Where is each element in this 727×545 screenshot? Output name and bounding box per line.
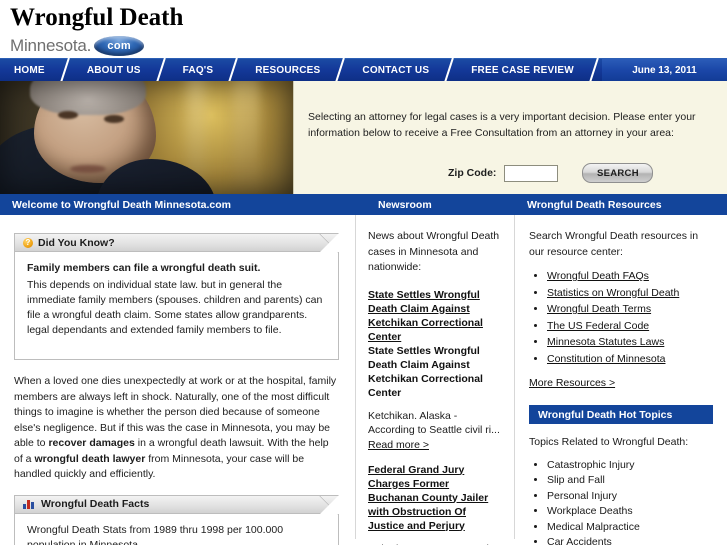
zip-code-input[interactable] [504,164,559,182]
resource-link-constitution[interactable]: Constitution of Minnesota [547,353,665,365]
resources-column: Search Wrongful Death resources in our r… [515,215,727,545]
hot-topics-intro: Topics Related to Wrongful Death: [529,436,689,448]
resource-link-list: Wrongful Death FAQs Statistics on Wrongf… [533,269,713,367]
paragraph-bold-wrongful-death-lawyer: wrongful death lawyer [34,452,146,465]
list-item: Wrongful Death Terms [547,302,713,318]
search-button[interactable]: SEARCH [582,163,654,183]
consultation-text: Selecting an attorney for legal cases is… [308,111,696,139]
resource-link-faqs[interactable]: Wrongful Death FAQs [547,270,649,282]
bar-chart-icon [23,499,35,509]
hero-photo [0,81,293,194]
content-columns: ? Did You Know? Family members can file … [0,215,727,545]
did-you-know-panel: ? Did You Know? Family members can file … [14,233,339,360]
news-item: Federal Grand Jury Charges Former Buchan… [368,463,500,545]
zip-search-form: Zip Code: SEARCH [308,163,707,183]
resource-link-terms[interactable]: Wrongful Death Terms [547,303,651,315]
intro-paragraph: When a loved one dies unexpectedly at wo… [14,374,339,483]
site-logo-sub: Minnesota. com [10,36,727,56]
site-title: Wrongful Death [10,4,184,31]
folded-corner-icon [319,233,339,253]
main-navigation: HOME ABOUT US FAQ'S RESOURCES CONTACT US… [0,58,727,81]
nav-item-contact-us[interactable]: CONTACT US [348,59,443,81]
list-item: Minnesota Statutes Laws [547,335,713,351]
page-root: Wrongful Death Minnesota. com HOME ABOUT… [0,0,727,545]
column-header-resources: Wrongful Death Resources [527,198,662,211]
question-mark-icon: ? [23,237,33,248]
nav-separator-icon [59,59,73,81]
nav-item-resources[interactable]: RESOURCES [241,59,334,81]
did-you-know-body: Family members can file a wrongful death… [15,252,338,359]
photo-vignette [0,81,293,194]
hot-topics-header: Wrongful Death Hot Topics [529,405,713,424]
nav-separator-icon [334,59,348,81]
news-summary: Ketchikan. Alaska - According to Seattle… [368,409,500,437]
hot-topic-car-accidents[interactable]: Car Accidents [547,535,713,545]
nav-item-about-us[interactable]: ABOUT US [73,59,155,81]
hot-topic-personal-injury[interactable]: Personal Injury [547,489,713,505]
consultation-panel: Selecting an attorney for legal cases is… [293,81,727,194]
news-headline-link[interactable]: State Settles Wrongful Death Claim Again… [368,288,500,344]
resource-link-federal-code[interactable]: The US Federal Code [547,320,649,332]
resources-intro: Search Wrongful Death resources in our r… [529,230,699,258]
resource-link-statistics[interactable]: Statistics on Wrongful Death [547,287,679,299]
news-summary: United States Attorney John L. Brownlee … [368,542,500,545]
did-you-know-text: This depends on individual state law. bu… [27,279,323,336]
resource-link-statutes[interactable]: Minnesota Statutes Laws [547,336,664,348]
column-header-bar: Welcome to Wrongful Death Minnesota.com … [0,194,727,215]
masthead: Wrongful Death Minnesota. com [0,0,727,58]
hot-topic-medical-malpractice[interactable]: Medical Malpractice [547,520,713,536]
nav-item-free-case-review[interactable]: FREE CASE REVIEW [457,59,588,81]
did-you-know-header: ? Did You Know? [15,233,339,253]
list-item: Constitution of Minnesota [547,352,713,368]
more-resources-link[interactable]: More Resources > [529,377,615,389]
nav-separator-icon [588,59,602,81]
read-more-link[interactable]: Read more > [368,439,429,451]
hot-topic-catastrophic-injury[interactable]: Catastrophic Injury [547,458,713,474]
news-headline-text: State Settles Wrongful Death Claim Again… [368,344,483,399]
facts-title: Wrongful Death Facts [41,498,150,510]
nav-item-home[interactable]: HOME [0,59,59,81]
site-state-label: Minnesota. [10,36,92,55]
wrongful-death-facts-panel: Wrongful Death Facts Wrongful Death Stat… [14,494,339,545]
list-item: Statistics on Wrongful Death [547,286,713,302]
news-item: State Settles Wrongful Death Claim Again… [368,288,500,451]
news-headline-link[interactable]: Federal Grand Jury Charges Former Buchan… [368,463,500,533]
nav-separator-icon [227,59,241,81]
hot-topic-workplace-deaths[interactable]: Workplace Deaths [547,504,713,520]
hero-section: Selecting an attorney for legal cases is… [0,81,727,194]
list-item: The US Federal Code [547,319,713,335]
hot-topics-list: Catastrophic Injury Slip and Fall Person… [533,458,713,545]
paragraph-bold-recover-damages: recover damages [48,437,135,449]
folded-corner-icon [319,494,339,515]
column-header-newsroom: Newsroom [378,198,432,211]
nav-separator-icon [155,59,169,81]
nav-separator-icon [443,59,457,81]
newsroom-column: News about Wrongful Death cases in Minne… [355,215,515,545]
did-you-know-title: Did You Know? [38,236,115,249]
list-item: Wrongful Death FAQs [547,269,713,285]
hot-topic-slip-and-fall[interactable]: Slip and Fall [547,473,713,489]
column-header-welcome: Welcome to Wrongful Death Minnesota.com [12,198,231,211]
nav-item-faqs[interactable]: FAQ'S [169,59,228,81]
facts-header: Wrongful Death Facts [15,494,339,515]
current-date: June 13, 2011 [601,59,727,81]
did-you-know-lead: Family members can file a wrongful death… [27,262,261,274]
main-content-column: ? Did You Know? Family members can file … [0,215,355,545]
com-badge-icon: com [94,36,145,56]
zip-code-label: Zip Code: [448,167,497,179]
newsroom-intro: News about Wrongful Death cases in Minne… [368,230,500,273]
facts-body: Wrongful Death Stats from 1989 thru 1998… [27,523,284,545]
